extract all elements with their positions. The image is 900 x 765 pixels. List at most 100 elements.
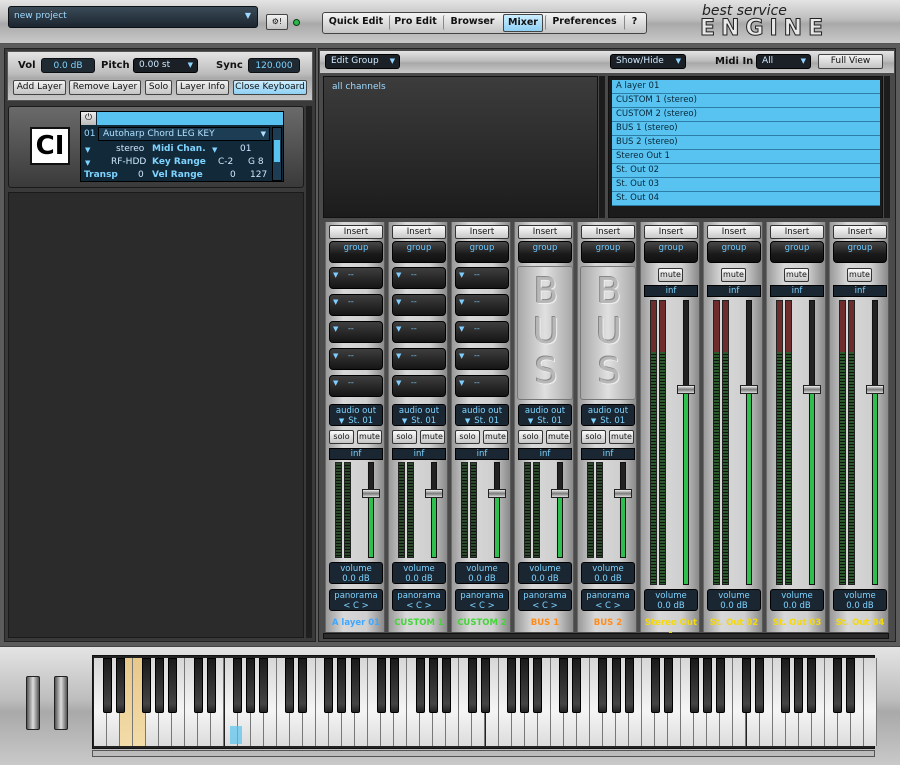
piano-black-key[interactable] bbox=[167, 658, 177, 713]
vol-display[interactable]: 0.0 dB bbox=[41, 58, 95, 73]
solo-button[interactable]: solo bbox=[581, 430, 606, 444]
pitch-wheel[interactable] bbox=[26, 676, 40, 730]
piano-black-key[interactable] bbox=[663, 658, 673, 713]
mixer-scrollbar[interactable] bbox=[323, 633, 889, 639]
tab-pro-edit[interactable]: Pro Edit bbox=[389, 15, 441, 30]
volume-fader-handle[interactable] bbox=[488, 489, 506, 498]
volume-fader-track[interactable] bbox=[746, 300, 752, 585]
insert-slot[interactable]: ▼ -- bbox=[329, 348, 383, 370]
panorama-display[interactable]: panorama < C > bbox=[518, 589, 572, 611]
piano-black-key[interactable] bbox=[559, 658, 569, 713]
group-button[interactable]: group bbox=[833, 241, 887, 263]
volume-fader-track[interactable] bbox=[620, 462, 626, 558]
insert-slot[interactable]: ▼ -- bbox=[455, 321, 509, 343]
solo-button[interactable]: solo bbox=[455, 430, 480, 444]
piano-black-key[interactable] bbox=[507, 658, 517, 713]
pitch-dropdown[interactable]: 0.00 st ▼ bbox=[133, 58, 198, 73]
volume-fader-track[interactable] bbox=[557, 462, 563, 558]
volume-fader-track[interactable] bbox=[683, 300, 689, 585]
insert-button[interactable]: Insert bbox=[518, 225, 572, 239]
insert-slot[interactable]: ▼ -- bbox=[392, 375, 446, 397]
channel-list-item[interactable]: CUSTOM 2 (stereo) bbox=[612, 108, 880, 122]
add-layer-button[interactable]: Add Layer bbox=[13, 80, 66, 95]
piano-black-key[interactable] bbox=[742, 658, 751, 713]
stereo-value[interactable]: stereo bbox=[116, 144, 144, 154]
keyboard-scrollbar[interactable] bbox=[92, 750, 875, 757]
piano-black-key[interactable] bbox=[441, 658, 451, 713]
channel-list-item[interactable]: St. Out 03 bbox=[612, 178, 880, 192]
piano-black-key[interactable] bbox=[376, 658, 386, 713]
piano-black-key[interactable] bbox=[520, 658, 530, 713]
audio-out-selector[interactable]: audio out ▼ St. 01 bbox=[392, 404, 446, 426]
group-button[interactable]: group bbox=[392, 241, 446, 263]
piano-black-key[interactable] bbox=[233, 658, 243, 713]
panorama-display[interactable]: panorama < C > bbox=[455, 589, 509, 611]
volume-fader-handle[interactable] bbox=[803, 385, 821, 394]
close-keyboard-button[interactable]: Close Keyboard bbox=[233, 80, 307, 95]
channel-list-item[interactable]: Stereo Out 1 bbox=[612, 150, 880, 164]
piano-black-key[interactable] bbox=[141, 658, 151, 713]
group-button[interactable]: group bbox=[518, 241, 572, 263]
channel-list-item[interactable]: St. Out 04 bbox=[612, 192, 880, 206]
audio-out-selector[interactable]: audio out ▼ St. 01 bbox=[518, 404, 572, 426]
insert-slot[interactable]: ▼ -- bbox=[392, 348, 446, 370]
panorama-display[interactable]: panorama < C > bbox=[392, 589, 446, 611]
insert-button[interactable]: Insert bbox=[833, 225, 887, 239]
tab-browser[interactable]: Browser bbox=[443, 15, 501, 30]
piano-black-key[interactable] bbox=[350, 658, 360, 713]
group-button[interactable]: group bbox=[329, 241, 383, 263]
volume-fader-handle[interactable] bbox=[614, 489, 632, 498]
piano-black-key[interactable] bbox=[624, 658, 634, 713]
mute-button[interactable]: mute bbox=[546, 430, 571, 444]
volume-fader-track[interactable] bbox=[368, 462, 374, 558]
insert-slot[interactable]: ▼ -- bbox=[455, 348, 509, 370]
piano-black-key[interactable] bbox=[598, 658, 608, 713]
group-button[interactable]: group bbox=[707, 241, 761, 263]
volume-fader-track[interactable] bbox=[431, 462, 437, 558]
volume-fader-handle[interactable] bbox=[866, 385, 884, 394]
layer-list-scrollbar[interactable] bbox=[306, 106, 312, 638]
piano-black-key[interactable] bbox=[533, 658, 543, 713]
channel-list-scrollbar[interactable] bbox=[884, 76, 890, 218]
piano-black-key[interactable] bbox=[807, 658, 817, 713]
volume-fader-track[interactable] bbox=[809, 300, 815, 585]
volume-fader-handle[interactable] bbox=[362, 489, 380, 498]
remove-layer-button[interactable]: Remove Layer bbox=[69, 80, 141, 95]
channel-list-item[interactable]: BUS 2 (stereo) bbox=[612, 136, 880, 150]
patch-selector[interactable]: Autoharp Chord LEG KEY ▼ bbox=[98, 127, 270, 141]
channel-list-item[interactable]: CUSTOM 1 (stereo) bbox=[612, 94, 880, 108]
insert-slot[interactable]: ▼ -- bbox=[455, 375, 509, 397]
piano-black-key[interactable] bbox=[572, 658, 582, 713]
insert-button[interactable]: Insert bbox=[770, 225, 824, 239]
group-list-scrollbar[interactable] bbox=[599, 76, 605, 218]
insert-button[interactable]: Insert bbox=[581, 225, 635, 239]
mute-button[interactable]: mute bbox=[847, 268, 872, 282]
mod-wheel[interactable] bbox=[54, 676, 68, 730]
full-view-button[interactable]: Full View bbox=[818, 54, 883, 69]
key-range-high[interactable]: G 8 bbox=[248, 157, 264, 167]
mute-button[interactable]: mute bbox=[357, 430, 382, 444]
piano-black-key[interactable] bbox=[689, 658, 699, 713]
group-item[interactable]: all channels bbox=[332, 82, 386, 92]
piano-black-key[interactable] bbox=[833, 658, 843, 713]
volume-display[interactable]: volume 0.0 dB bbox=[518, 562, 572, 584]
piano-black-key[interactable] bbox=[102, 658, 112, 713]
vel-range-low[interactable]: 0 bbox=[230, 170, 236, 180]
cpu-indicator-button[interactable]: ⚙! bbox=[266, 14, 288, 30]
volume-fader-handle[interactable] bbox=[425, 489, 443, 498]
audio-out-selector[interactable]: audio out ▼ St. 01 bbox=[581, 404, 635, 426]
layer-info-button[interactable]: Layer Info bbox=[176, 80, 229, 95]
volume-display[interactable]: volume 0.0 dB bbox=[581, 562, 635, 584]
piano-black-key[interactable] bbox=[298, 658, 308, 713]
sync-display[interactable]: 120.000 bbox=[248, 58, 300, 73]
mute-button[interactable]: mute bbox=[609, 430, 634, 444]
piano-black-key[interactable] bbox=[702, 658, 712, 713]
volume-display[interactable]: volume 0.0 dB bbox=[707, 589, 761, 611]
insert-button[interactable]: Insert bbox=[644, 225, 698, 239]
piano-black-key[interactable] bbox=[324, 658, 334, 713]
volume-fader-handle[interactable] bbox=[740, 385, 758, 394]
insert-slot[interactable]: ▼ -- bbox=[392, 294, 446, 316]
piano-black-key[interactable] bbox=[846, 658, 856, 713]
mute-button[interactable]: mute bbox=[483, 430, 508, 444]
volume-fader-handle[interactable] bbox=[677, 385, 695, 394]
